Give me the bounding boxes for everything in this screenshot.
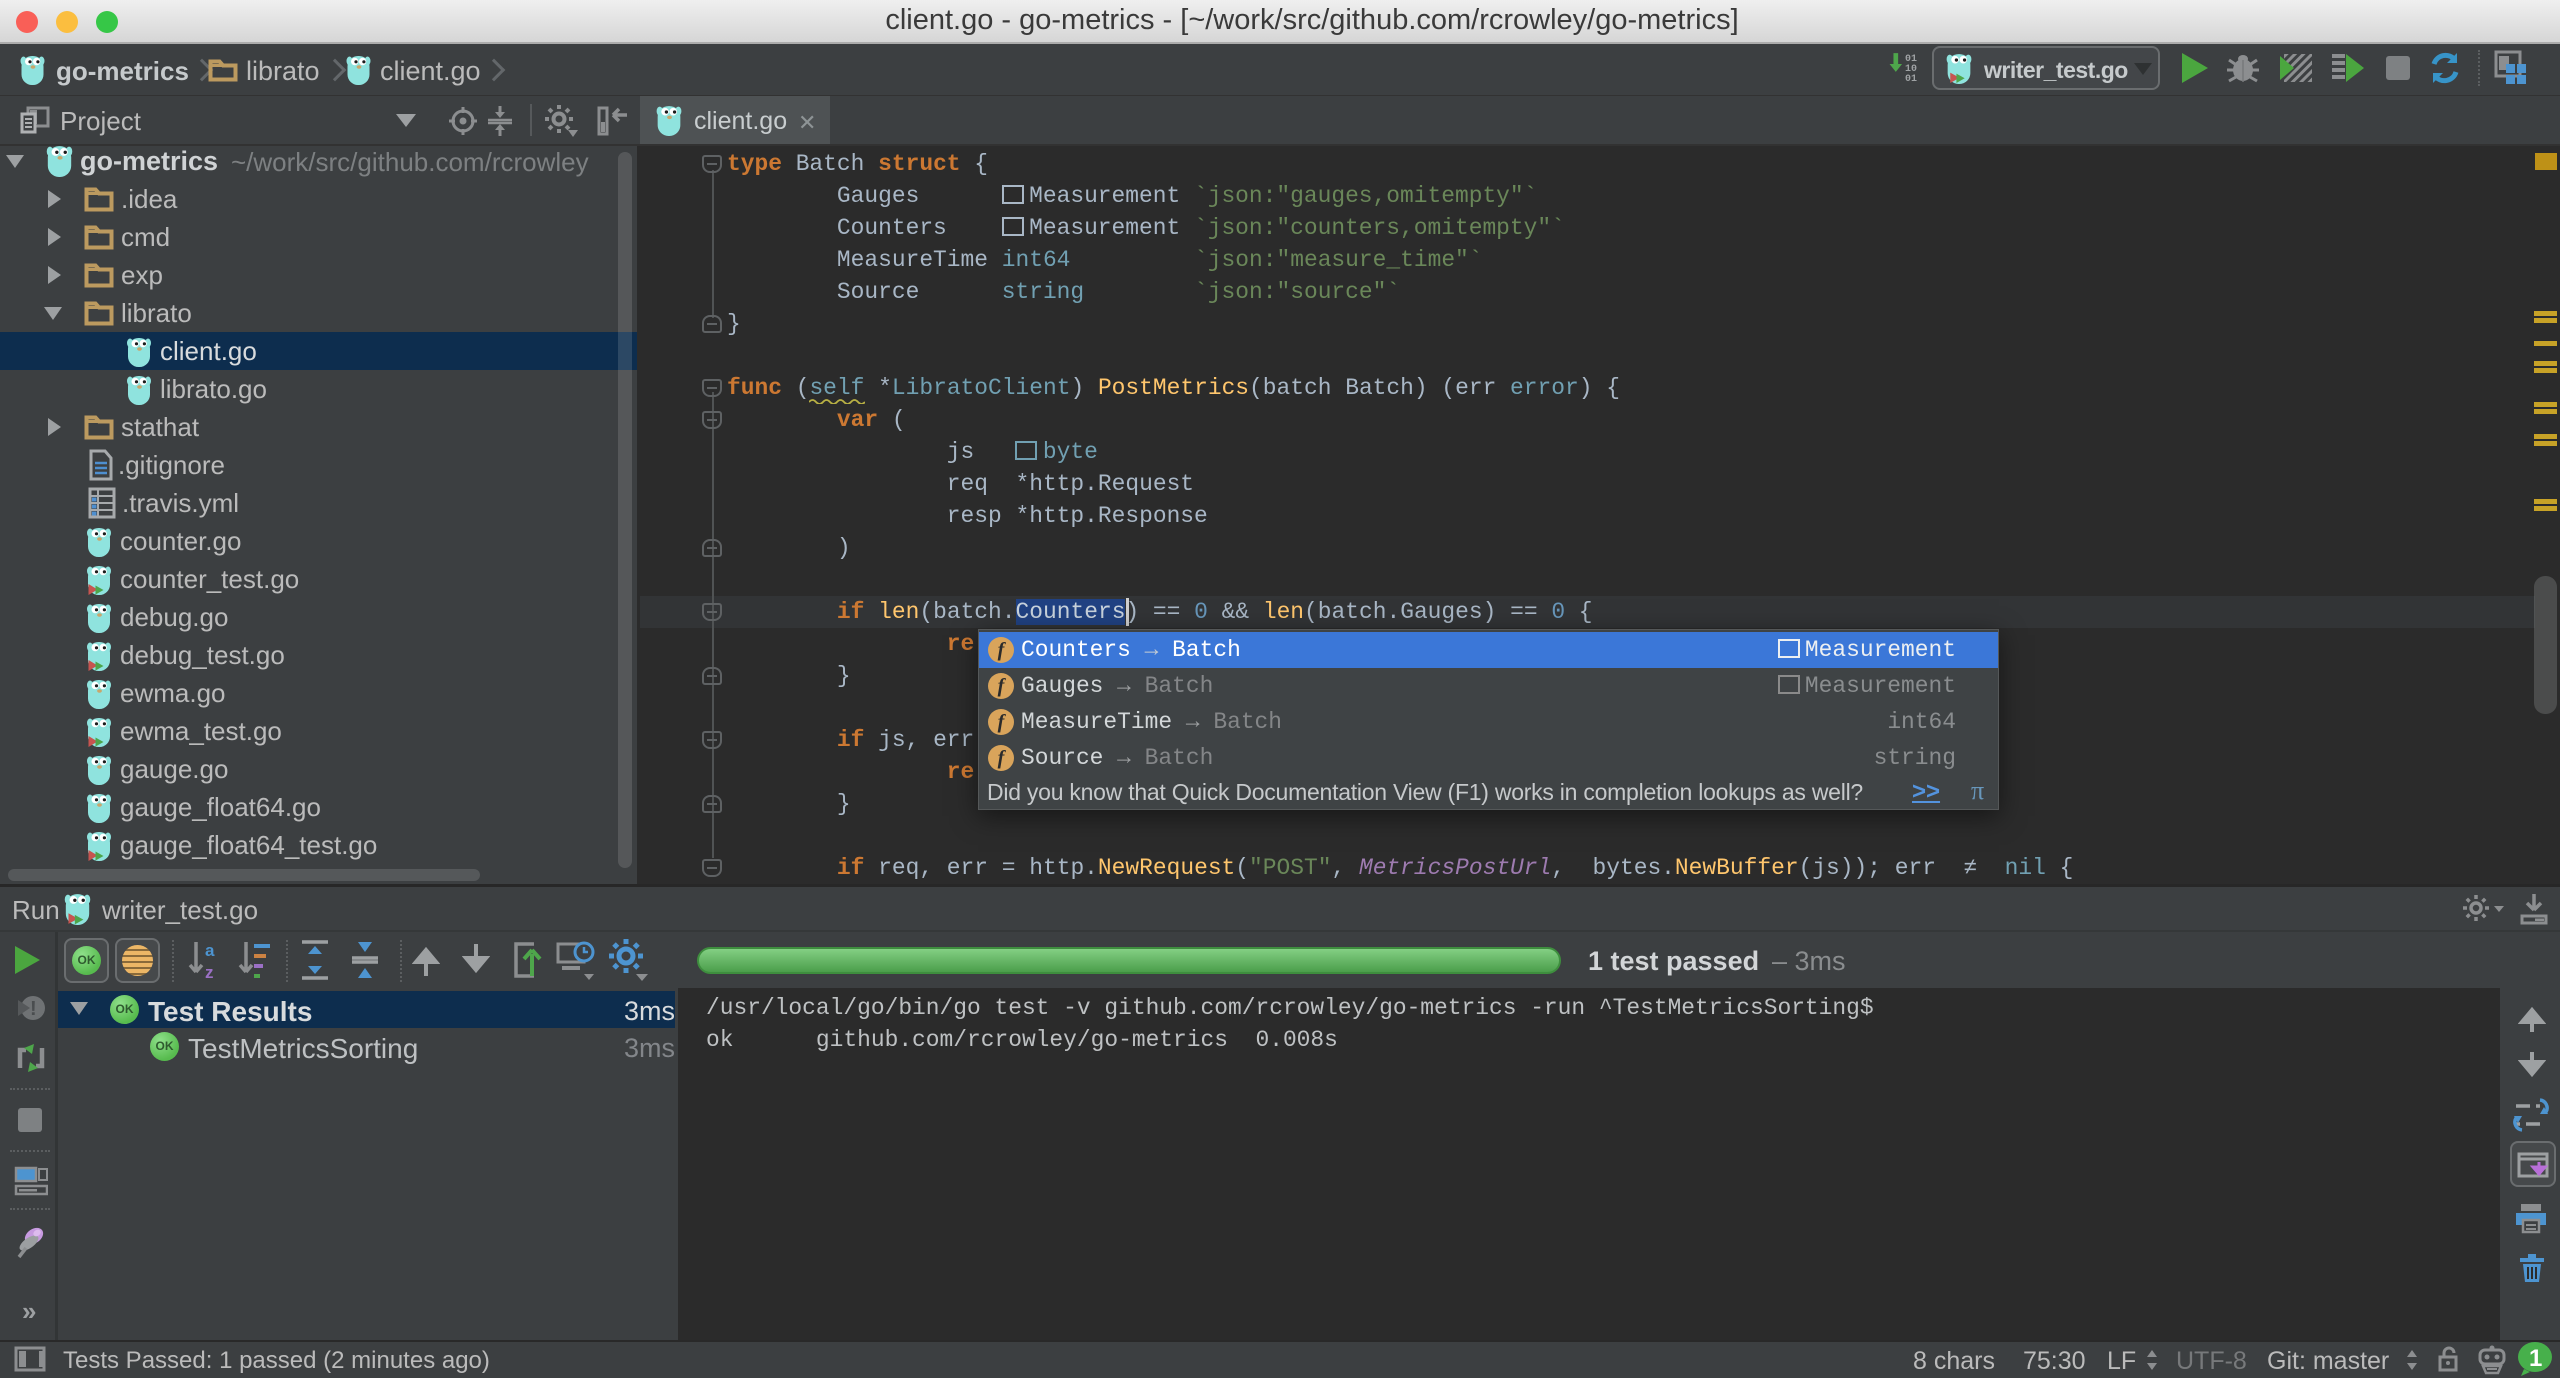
svg-text:1: 1	[2529, 1345, 2542, 1372]
svg-text:z: z	[205, 963, 214, 982]
svg-text:!: !	[30, 998, 37, 1020]
svg-text:a: a	[205, 941, 215, 960]
svg-text:01: 01	[1905, 74, 1917, 85]
